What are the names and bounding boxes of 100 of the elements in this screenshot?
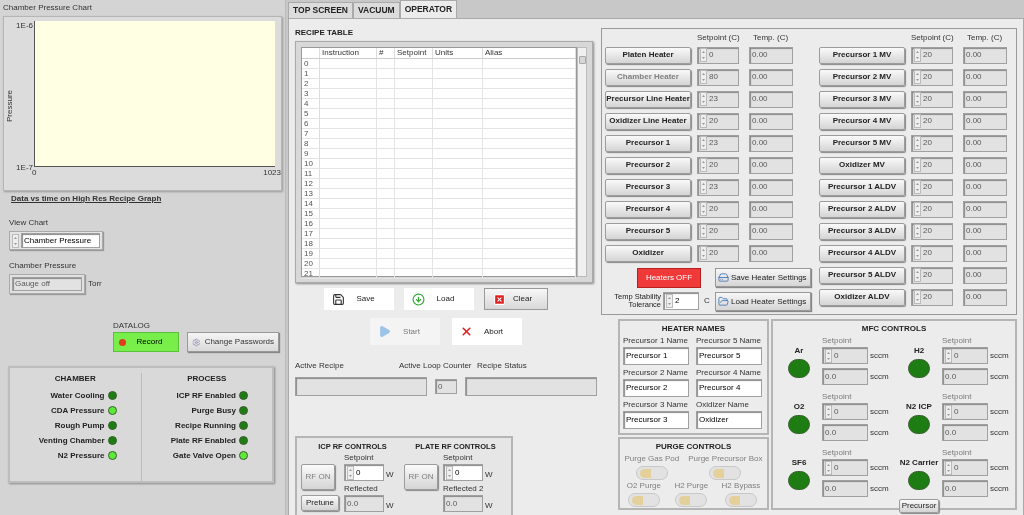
- spinner-arrows-icon[interactable]: [914, 70, 921, 84]
- spinner-arrows-icon[interactable]: [700, 180, 707, 194]
- setpoint-field[interactable]: 20: [911, 288, 953, 306]
- tab[interactable]: OPERATOR: [399, 0, 458, 18]
- heater-button[interactable]: Oxidizer ALDV: [819, 288, 905, 306]
- name-field[interactable]: Precursor 5: [696, 347, 762, 365]
- setpoint-field[interactable]: 20: [911, 68, 953, 86]
- setpoint-field[interactable]: 20: [697, 156, 739, 174]
- spinner-arrows-icon[interactable]: [12, 233, 19, 248]
- spinner-arrows-icon[interactable]: [914, 136, 921, 150]
- save-button[interactable]: Save: [324, 288, 394, 310]
- pretune-button[interactable]: Pretune: [301, 495, 339, 512]
- change-passwords-button[interactable]: Change Passwords: [187, 332, 279, 352]
- heater-button[interactable]: Oxidizer: [605, 244, 691, 262]
- heater-button[interactable]: Precursor 4 ALDV: [819, 244, 905, 262]
- name-field[interactable]: Precursor 1: [623, 347, 689, 365]
- spinner-arrows-icon[interactable]: [700, 136, 707, 150]
- name-field[interactable]: Precursor 3: [623, 411, 689, 429]
- tab[interactable]: VACUUM: [352, 2, 400, 18]
- spinner-arrows-icon[interactable]: [914, 114, 921, 128]
- spinner-arrows-icon[interactable]: [700, 202, 707, 216]
- tab[interactable]: TOP SCREEN: [288, 2, 353, 18]
- recipe-table[interactable]: Instruction # Setpoint Units Alias 0 1 2 3 4 5 6 7 8 9 10 11 12 13 14 15 16 17 18 19 20 21: [295, 41, 593, 283]
- record-button[interactable]: Record: [113, 332, 179, 352]
- setpoint-field[interactable]: 20: [911, 112, 953, 130]
- setpoint-field[interactable]: 23: [697, 178, 739, 196]
- spinner-arrows-icon[interactable]: [700, 48, 707, 62]
- spinner-arrows-icon[interactable]: [700, 224, 707, 238]
- spinner-arrows-icon[interactable]: [914, 180, 921, 194]
- setpoint-field[interactable]: 23: [697, 134, 739, 152]
- precursor-button[interactable]: Precursor: [899, 499, 939, 513]
- load-button[interactable]: Load: [404, 288, 474, 310]
- chart-selector[interactable]: Chamber Pressure: [21, 233, 100, 248]
- setpoint-field[interactable]: 20: [911, 222, 953, 240]
- spinner-arrows-icon[interactable]: [914, 48, 921, 62]
- heater-button[interactable]: Oxidizer MV: [819, 156, 905, 174]
- heater-button[interactable]: Precursor 2 MV: [819, 68, 905, 86]
- setpoint-field[interactable]: 20: [697, 222, 739, 240]
- spinner-arrows-icon[interactable]: [825, 404, 832, 419]
- name-field[interactable]: Oxidizer: [696, 411, 762, 429]
- setpoint-field[interactable]: 20: [911, 266, 953, 284]
- heater-button[interactable]: Precursor 3 ALDV: [819, 222, 905, 240]
- setpoint-field[interactable]: 20: [911, 244, 953, 262]
- save-settings-button[interactable]: Save Heater Settings: [715, 268, 811, 287]
- name-field[interactable]: Precursor 2: [623, 379, 689, 397]
- flow-setpoint-field[interactable]: 0: [942, 459, 988, 476]
- name-field[interactable]: Precursor 4: [696, 379, 762, 397]
- spinner-arrows-icon[interactable]: [914, 290, 921, 304]
- heater-button[interactable]: Precursor 3 MV: [819, 90, 905, 108]
- spinner-arrows-icon[interactable]: [700, 246, 707, 260]
- spinner-arrows-icon[interactable]: [914, 224, 921, 238]
- setpoint-field[interactable]: 0: [697, 46, 739, 64]
- setpoint-field[interactable]: 20: [911, 46, 953, 64]
- setpoint-field[interactable]: 20: [911, 178, 953, 196]
- abort-button[interactable]: Abort: [452, 318, 522, 345]
- heater-button[interactable]: Precursor 1 MV: [819, 46, 905, 64]
- spinner-arrows-icon[interactable]: [347, 465, 354, 480]
- spinner-arrows-icon[interactable]: [700, 114, 707, 128]
- graph-link[interactable]: Data vs time on High Res Recipe Graph: [11, 193, 162, 205]
- spinner-arrows-icon[interactable]: [945, 460, 952, 475]
- spinner-arrows-icon[interactable]: [666, 294, 673, 308]
- spinner-arrows-icon[interactable]: [914, 92, 921, 106]
- flow-setpoint-field[interactable]: 0: [822, 403, 868, 420]
- scrollbar[interactable]: [577, 47, 587, 277]
- spinner-arrows-icon[interactable]: [914, 246, 921, 260]
- heater-button[interactable]: Precursor 4 MV: [819, 112, 905, 130]
- heaters-toggle-button[interactable]: Heaters OFF: [637, 268, 701, 288]
- setpoint-field[interactable]: 20: [697, 200, 739, 218]
- flow-setpoint-field[interactable]: 0: [822, 459, 868, 476]
- spinner-arrows-icon[interactable]: [945, 404, 952, 419]
- setpoint-field[interactable]: 20: [911, 134, 953, 152]
- tolerance-field[interactable]: 2: [663, 292, 699, 310]
- heater-button[interactable]: Precursor 2 ALDV: [819, 200, 905, 218]
- setpoint-field[interactable]: 20: [911, 156, 953, 174]
- clear-button[interactable]: Clear: [484, 288, 548, 310]
- spinner-arrows-icon[interactable]: [945, 348, 952, 363]
- spinner-arrows-icon[interactable]: [914, 268, 921, 282]
- spinner-arrows-icon[interactable]: [825, 460, 832, 475]
- heater-button[interactable]: Precursor 2: [605, 156, 691, 174]
- heater-button[interactable]: Precursor 5 MV: [819, 134, 905, 152]
- spinner-arrows-icon[interactable]: [825, 348, 832, 363]
- setpoint-field[interactable]: 20: [697, 244, 739, 262]
- setpoint-field[interactable]: 20: [911, 200, 953, 218]
- heater-button[interactable]: Precursor 5 ALDV: [819, 266, 905, 284]
- heater-button[interactable]: Precursor 1: [605, 134, 691, 152]
- heater-button[interactable]: Precursor 4: [605, 200, 691, 218]
- flow-setpoint-field[interactable]: 0: [942, 347, 988, 364]
- heater-button[interactable]: Precursor 3: [605, 178, 691, 196]
- setpoint-field[interactable]: 20: [911, 90, 953, 108]
- load-settings-button[interactable]: Load Heater Settings: [715, 292, 811, 311]
- heater-button[interactable]: Oxidizer Line Heater: [605, 112, 691, 130]
- setpoint-field[interactable]: 23: [697, 90, 739, 108]
- heater-button[interactable]: Platen Heater: [605, 46, 691, 64]
- flow-setpoint-field[interactable]: 0: [822, 347, 868, 364]
- rf-setpoint-field[interactable]: 0: [443, 464, 483, 482]
- spinner-arrows-icon[interactable]: [700, 92, 707, 106]
- spinner-arrows-icon[interactable]: [700, 70, 707, 84]
- spinner-arrows-icon[interactable]: [914, 158, 921, 172]
- spinner-arrows-icon[interactable]: [700, 158, 707, 172]
- setpoint-field[interactable]: 20: [697, 112, 739, 130]
